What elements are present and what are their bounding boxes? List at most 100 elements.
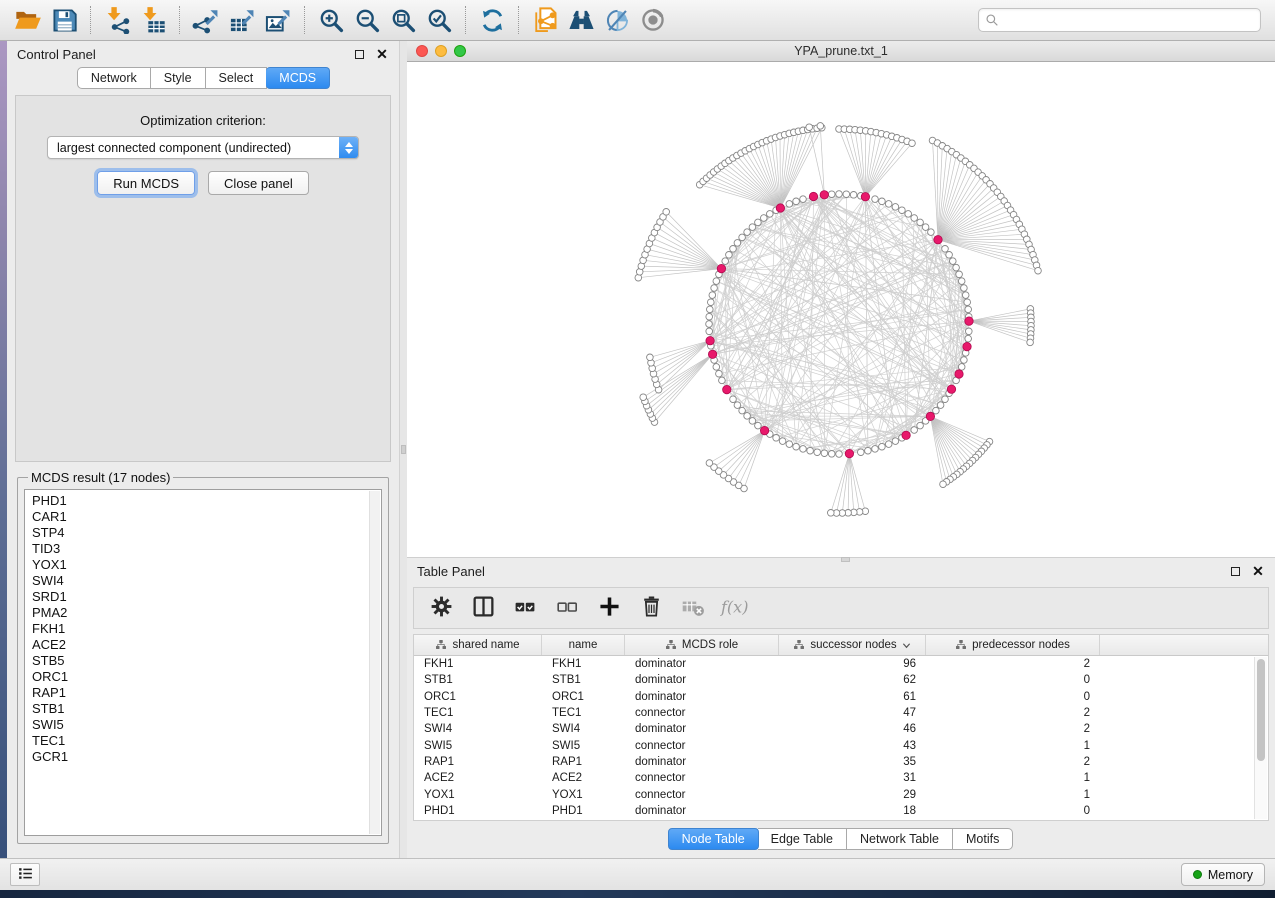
zoom-in-button[interactable] (313, 3, 349, 37)
network-node[interactable] (744, 229, 751, 236)
mcds-node[interactable] (809, 192, 817, 200)
task-history-button[interactable] (10, 863, 40, 886)
zoom-fit-button[interactable] (385, 3, 421, 37)
deselect-all-rows-button[interactable] (553, 594, 581, 622)
network-node[interactable] (749, 224, 756, 231)
network-node[interactable] (779, 438, 786, 445)
find-button[interactable] (563, 3, 599, 37)
mcds-node[interactable] (845, 449, 853, 457)
network-node[interactable] (828, 510, 835, 517)
mcds-node[interactable] (963, 342, 971, 350)
network-node[interactable] (761, 215, 768, 222)
open-session-button[interactable] (10, 3, 46, 37)
mcds-result-item[interactable]: STP4 (32, 525, 381, 541)
network-graph[interactable] (407, 62, 1275, 557)
network-node[interactable] (933, 407, 940, 414)
network-node[interactable] (843, 191, 850, 198)
criterion-select[interactable]: largest connected component (undirected) (47, 136, 359, 159)
network-node[interactable] (950, 258, 957, 265)
save-session-button[interactable] (46, 3, 82, 37)
network-node[interactable] (786, 201, 793, 208)
network-node[interactable] (807, 447, 814, 454)
mcds-node[interactable] (861, 193, 869, 201)
network-node[interactable] (872, 196, 879, 203)
network-node[interactable] (958, 364, 965, 371)
network-node[interactable] (964, 299, 971, 306)
network-canvas[interactable] (407, 62, 1275, 557)
export-image-button[interactable] (260, 3, 296, 37)
mcds-node[interactable] (820, 191, 828, 199)
mcds-result-item[interactable]: PHD1 (32, 493, 381, 509)
network-node[interactable] (865, 447, 872, 454)
mcds-node[interactable] (706, 337, 714, 345)
network-node[interactable] (956, 271, 963, 278)
table-row[interactable]: ORC1ORC1dominator610 (414, 689, 1268, 705)
network-node[interactable] (958, 278, 965, 285)
network-node[interactable] (755, 219, 762, 226)
network-node[interactable] (706, 328, 713, 335)
export-table-button[interactable] (224, 3, 260, 37)
delete-table-button[interactable] (679, 594, 707, 622)
network-node[interactable] (722, 258, 729, 265)
network-node[interactable] (739, 407, 746, 414)
network-node[interactable] (879, 198, 886, 205)
toggle-graphics-details-button[interactable] (599, 3, 635, 37)
network-node[interactable] (836, 191, 843, 198)
network-node[interactable] (917, 422, 924, 429)
mcds-node[interactable] (902, 431, 910, 439)
network-window-titlebar[interactable]: YPA_prune.txt_1 (407, 41, 1275, 62)
network-node[interactable] (708, 299, 715, 306)
mcds-result-item[interactable]: STB1 (32, 701, 381, 717)
mcds-node[interactable] (708, 350, 716, 358)
table-row[interactable]: ACE2ACE2connector311 (414, 770, 1268, 786)
network-node[interactable] (793, 198, 800, 205)
refresh-network-button[interactable] (474, 3, 510, 37)
mcds-result-item[interactable]: RAP1 (32, 685, 381, 701)
mcds-result-item[interactable]: ORC1 (32, 669, 381, 685)
mcds-result-list[interactable]: PHD1CAR1STP4TID3YOX1SWI4SRD1PMA2FKH1ACE2… (24, 489, 382, 836)
network-node[interactable] (806, 124, 813, 131)
network-node[interactable] (911, 427, 918, 434)
network-node[interactable] (663, 209, 670, 216)
network-node[interactable] (734, 240, 741, 247)
network-node[interactable] (905, 211, 912, 218)
table-row[interactable]: SWI5SWI5connector431 (414, 737, 1268, 753)
network-node[interactable] (966, 328, 973, 335)
network-node[interactable] (1035, 267, 1042, 274)
network-node[interactable] (850, 192, 857, 199)
network-node[interactable] (953, 264, 960, 271)
network-node[interactable] (755, 422, 762, 429)
network-node[interactable] (726, 252, 733, 259)
control-panel-float-button[interactable] (352, 47, 366, 61)
mcds-node[interactable] (926, 412, 934, 420)
table-row[interactable]: FKH1FKH1dominator962 (414, 656, 1268, 672)
table-row[interactable]: SWI4SWI4dominator462 (414, 721, 1268, 737)
network-node[interactable] (937, 402, 944, 409)
view-mode-button[interactable] (635, 3, 671, 37)
memory-button[interactable]: Memory (1181, 863, 1265, 886)
run-mcds-button[interactable]: Run MCDS (97, 171, 195, 195)
network-node[interactable] (965, 335, 972, 342)
table-tab-network-table[interactable]: Network Table (847, 828, 953, 850)
tab-mcds[interactable]: MCDS (266, 67, 330, 89)
toggle-column-panel-button[interactable] (469, 594, 497, 622)
mcds-result-item[interactable]: YOX1 (32, 557, 381, 573)
network-node[interactable] (940, 481, 947, 488)
mcds-result-item[interactable]: FKH1 (32, 621, 381, 637)
network-node[interactable] (744, 413, 751, 420)
network-node[interactable] (961, 357, 968, 364)
mcds-result-item[interactable]: TID3 (32, 541, 381, 557)
table-settings-button[interactable] (427, 594, 455, 622)
network-node[interactable] (817, 123, 824, 130)
mcds-result-item[interactable]: GCR1 (32, 749, 381, 765)
mcds-node[interactable] (947, 385, 955, 393)
network-node[interactable] (793, 443, 800, 450)
mcds-result-item[interactable]: PMA2 (32, 605, 381, 621)
network-node[interactable] (734, 402, 741, 409)
column-header-name[interactable]: name (542, 635, 625, 655)
mcds-node[interactable] (965, 317, 973, 325)
network-node[interactable] (872, 446, 879, 453)
network-node[interactable] (965, 306, 972, 313)
network-node[interactable] (713, 364, 720, 371)
network-node[interactable] (730, 246, 737, 253)
